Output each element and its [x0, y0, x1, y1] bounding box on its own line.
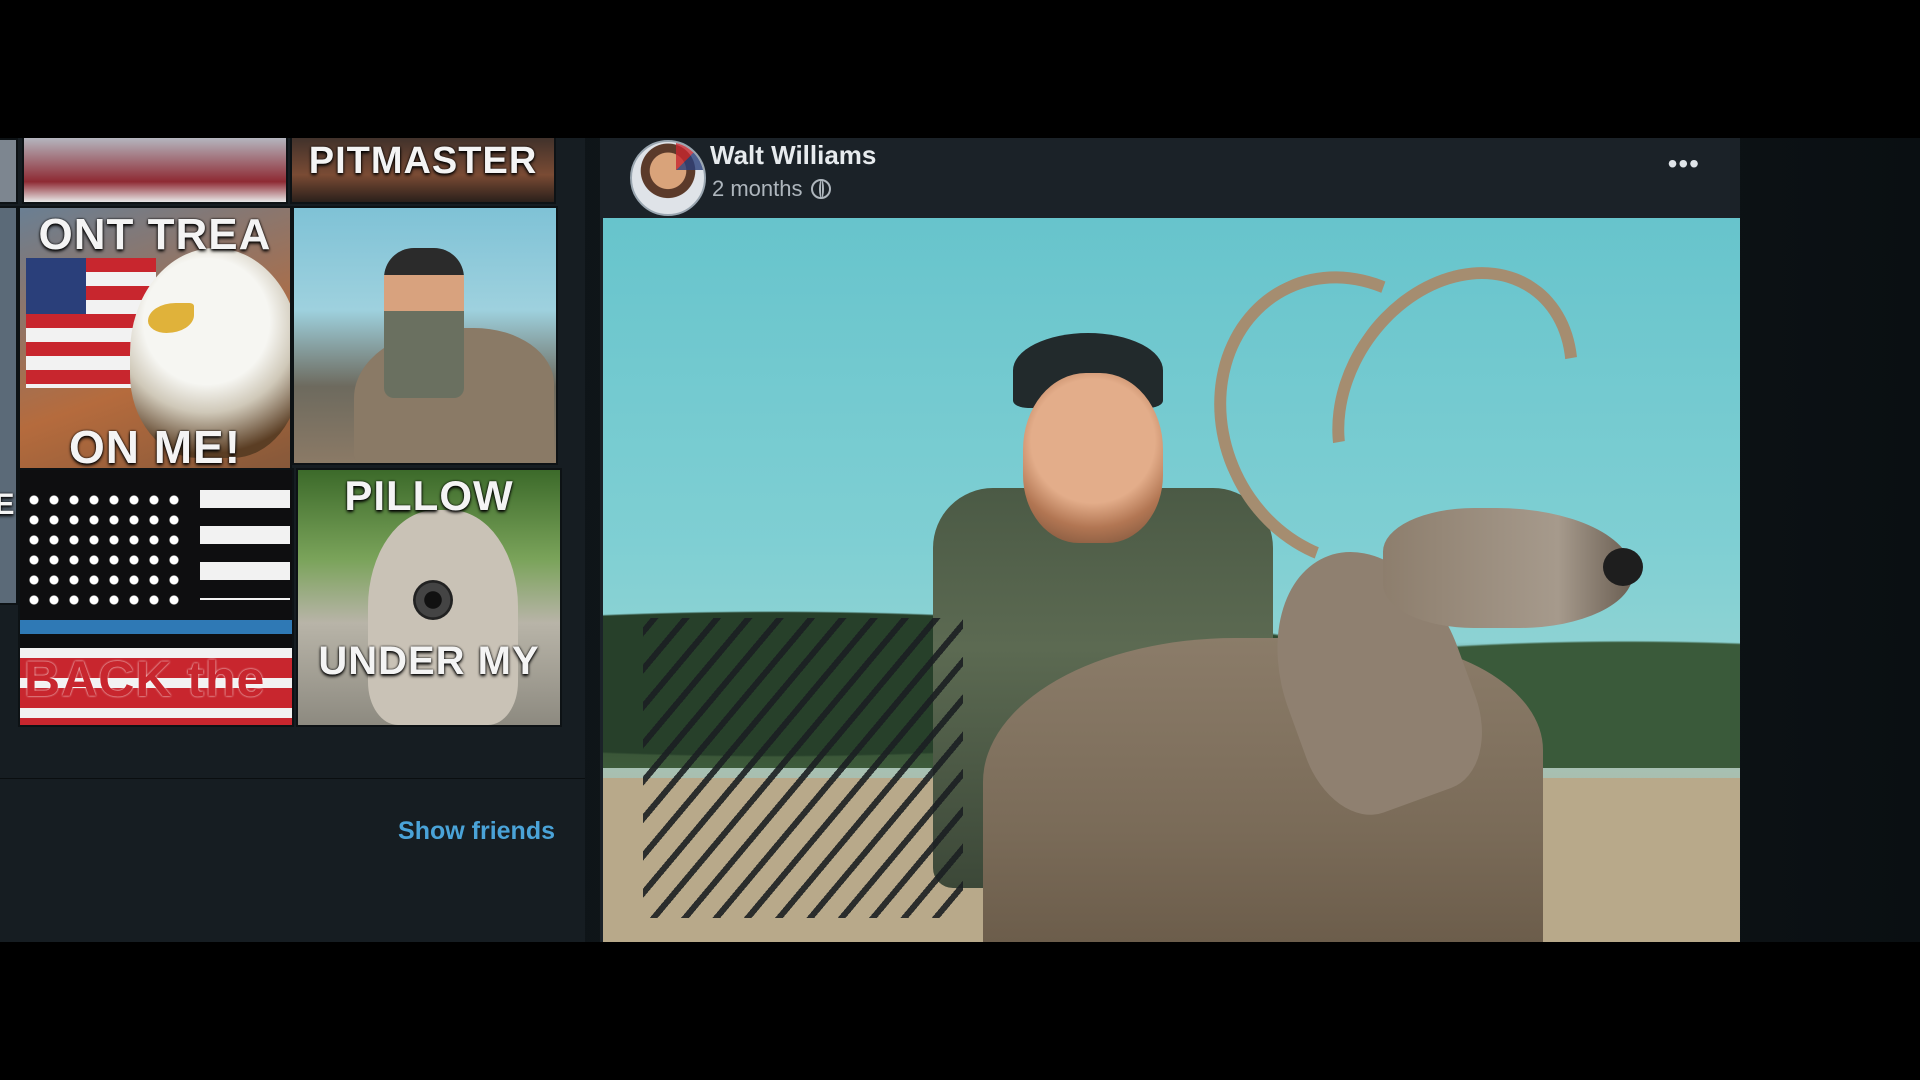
tile-caption: PILLOW [344, 472, 514, 519]
more-options-button[interactable]: ••• [1668, 148, 1700, 180]
tile-caption: PITMASTER [308, 140, 538, 182]
post-header: Walt Williams 2 months ••• [600, 138, 1740, 218]
man-with-gun-image [368, 510, 518, 725]
friend-tile[interactable] [0, 138, 18, 204]
post-photo[interactable] [603, 218, 1740, 942]
deer-nose [1603, 548, 1643, 586]
post-meta: 2 months [712, 176, 831, 202]
friend-tile[interactable]: E D [0, 206, 18, 605]
friend-tile[interactable] [22, 138, 288, 204]
tile-caption: BACK the [24, 651, 266, 707]
friends-footer: Show friends [0, 778, 585, 859]
hunter-image [384, 248, 464, 398]
letterbox-top [0, 0, 1920, 138]
tile-caption: UNDER MY [318, 639, 540, 683]
friend-tile[interactable]: PILLOW UNDER MY [296, 468, 562, 727]
friend-tile[interactable]: PITMASTER [290, 138, 556, 204]
letterbox-bottom [0, 942, 1920, 1080]
post-timestamp[interactable]: 2 months [712, 176, 803, 202]
friend-tile[interactable] [292, 206, 558, 465]
post-card: Walt Williams 2 months ••• [600, 138, 1740, 942]
post-author[interactable]: Walt Williams [710, 140, 876, 171]
tile-caption: ONT TREA [38, 210, 272, 259]
tile-caption: E [0, 488, 16, 522]
thin-blue-line [20, 620, 292, 634]
tile-caption: ON ME! [68, 421, 242, 473]
globe-icon [810, 179, 831, 199]
screen: PITMASTER E D ONT TREA ON ME! [0, 138, 1920, 942]
flag-stripes [200, 490, 290, 600]
hunter-face [1023, 373, 1163, 543]
gun-barrel [413, 580, 453, 620]
compound-bow [643, 618, 963, 918]
avatar[interactable] [630, 140, 706, 216]
friends-panel: PITMASTER E D ONT TREA ON ME! [0, 138, 585, 942]
show-friends-link[interactable]: Show friends [398, 817, 555, 846]
friends-photo-grid: PITMASTER E D ONT TREA ON ME! [0, 138, 562, 728]
stars-pattern [24, 490, 184, 610]
friend-tile[interactable]: BACK the [18, 468, 294, 727]
